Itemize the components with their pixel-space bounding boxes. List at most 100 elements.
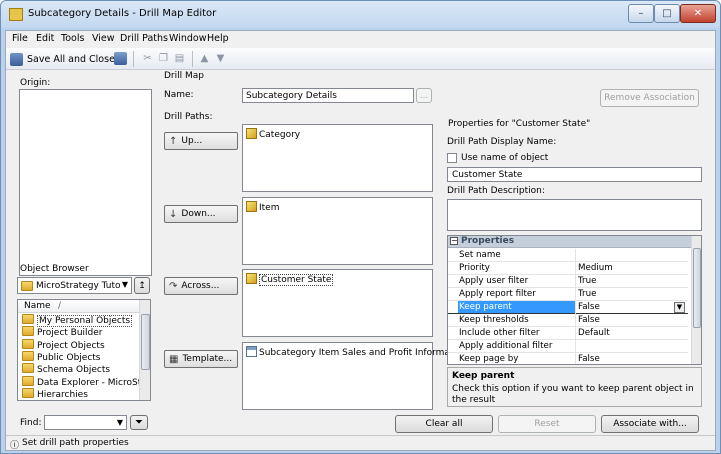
- object-browser-item[interactable]: Schema Objects: [18, 363, 110, 375]
- app-icon: [9, 8, 23, 21]
- find-input[interactable]: ▼: [44, 415, 127, 430]
- attribute-icon: [246, 273, 257, 284]
- properties-grid[interactable]: − Properties Set name Priority Medium Apply…: [447, 235, 702, 365]
- object-browser-list[interactable]: Name / My Personal Objects Project Builde…: [17, 299, 151, 401]
- reset-button[interactable]: Reset: [498, 415, 596, 433]
- object-browser-item-label: My Personal Objects: [37, 315, 133, 327]
- object-browser-item[interactable]: Data Explorer - MicroStrat: [18, 375, 150, 388]
- name-input[interactable]: Subcategory Details: [242, 88, 414, 103]
- close-button[interactable]: ✕: [680, 4, 716, 23]
- object-browser-item[interactable]: Public Objects: [18, 350, 101, 363]
- chevron-down-icon[interactable]: ▼: [674, 302, 685, 313]
- menu-drill-paths[interactable]: Drill Paths: [120, 33, 168, 44]
- object-browser-item[interactable]: Project Objects: [18, 338, 105, 351]
- property-row[interactable]: Include other filter Default: [448, 327, 688, 340]
- help-box: Keep parent Check this option if you wan…: [447, 367, 702, 407]
- property-value: False: [578, 354, 600, 364]
- filter-button[interactable]: ⏷: [130, 415, 148, 430]
- title-bar[interactable]: Subcategory Details - Drill Map Editor –…: [1, 1, 720, 28]
- property-row[interactable]: Apply additional filter: [448, 340, 688, 353]
- drill-down-icon: ↓: [169, 208, 178, 220]
- clear-all-button[interactable]: Clear all: [395, 415, 493, 433]
- name-browse-button[interactable]: ...: [416, 88, 432, 103]
- drill-button-label: Template...: [182, 354, 233, 364]
- remove-association-button[interactable]: Remove Association: [600, 89, 699, 107]
- display-name-value: Customer State: [452, 170, 523, 180]
- status-info-icon: ⓘ: [10, 441, 20, 451]
- menu-help[interactable]: Help: [207, 33, 229, 44]
- property-row[interactable]: Keep page by False: [448, 353, 688, 364]
- move-down-icon[interactable]: ▼: [215, 53, 226, 64]
- drill-down-button[interactable]: ↓ Down...: [164, 205, 238, 223]
- minimize-button[interactable]: –: [628, 4, 654, 23]
- property-row[interactable]: Apply report filter True: [448, 288, 688, 301]
- object-browser-item-label: Project Builder: [37, 328, 103, 339]
- drill-path-item[interactable]: Category: [246, 128, 300, 140]
- help-text: Check this option if you want to keep pa…: [452, 384, 694, 405]
- find-label: Find:: [20, 418, 42, 428]
- paste-icon[interactable]: ▤: [174, 53, 185, 64]
- property-value: Default: [578, 328, 610, 338]
- drill-up-button[interactable]: ↑ Up...: [164, 132, 238, 150]
- object-browser-item[interactable]: Project Builder: [18, 326, 102, 338]
- property-name: Keep parent: [459, 302, 512, 312]
- menu-file[interactable]: File: [12, 33, 28, 44]
- drill-path-item[interactable]: Customer State: [246, 273, 334, 286]
- status-bar: ⓘ Set drill path properties: [6, 435, 715, 451]
- menu-edit[interactable]: Edit: [36, 33, 54, 44]
- property-name: Apply additional filter: [459, 341, 553, 351]
- menu-tools[interactable]: Tools: [61, 33, 84, 44]
- scroll-thumb[interactable]: [693, 248, 701, 328]
- associate-with-button[interactable]: Associate with...: [601, 415, 699, 433]
- display-name-label: Drill Path Display Name:: [447, 137, 557, 147]
- toolbar: Save All and Close ✂ ❐ ▤ ▲ ▼: [6, 48, 715, 70]
- filter-icon: ⏷: [135, 417, 143, 428]
- save-icon: [10, 52, 23, 66]
- property-row[interactable]: ▼ Keep parent False: [448, 301, 688, 314]
- property-name: Keep thresholds: [459, 315, 529, 325]
- browse-up-button[interactable]: ↥: [134, 277, 150, 294]
- menu-bar: File Edit Tools View Drill Paths Window …: [6, 31, 715, 47]
- drill-across-button[interactable]: ↷ Across...: [164, 277, 238, 295]
- display-name-input[interactable]: Customer State: [447, 167, 702, 182]
- drill-template-list[interactable]: Subcategory Item Sales and Profit Inform…: [242, 342, 462, 410]
- object-browser-dropdown[interactable]: MicroStrategy Tuto ▼: [17, 277, 132, 294]
- properties-scrollbar[interactable]: [691, 236, 701, 364]
- folder-icon: [22, 326, 34, 337]
- property-row[interactable]: Keep thresholds False: [448, 314, 688, 327]
- folder-icon: [22, 375, 34, 386]
- collapse-icon[interactable]: −: [450, 237, 458, 245]
- property-row[interactable]: Apply user filter True: [448, 275, 688, 288]
- maximize-button[interactable]: □: [654, 4, 680, 23]
- object-browser-item[interactable]: My Personal Objects: [18, 314, 133, 327]
- object-browser-scrollbar[interactable]: [139, 300, 150, 400]
- save-all-close-button[interactable]: Save All and Close: [10, 51, 115, 67]
- copy-icon[interactable]: ❐: [158, 53, 169, 64]
- property-row[interactable]: Priority Medium: [448, 262, 688, 275]
- scroll-thumb[interactable]: [141, 314, 150, 370]
- origin-box[interactable]: [19, 89, 152, 276]
- cut-icon[interactable]: ✂: [142, 53, 153, 64]
- menu-view[interactable]: View: [92, 33, 115, 44]
- folder-icon: [22, 350, 34, 361]
- save-icon[interactable]: [114, 52, 127, 65]
- drill-across-list[interactable]: Customer State: [242, 269, 433, 337]
- properties-group-label: Properties for "Customer State": [448, 119, 591, 129]
- object-browser-item[interactable]: Hierarchies: [18, 387, 88, 400]
- property-name: Keep page by: [459, 354, 519, 364]
- drill-up-list[interactable]: Category: [242, 124, 433, 192]
- menu-window[interactable]: Window: [169, 33, 206, 44]
- column-header-name[interactable]: Name: [24, 301, 51, 311]
- drill-template-button[interactable]: ▦ Template...: [164, 350, 238, 368]
- properties-grid-header: Properties: [461, 236, 515, 246]
- property-divider: [575, 275, 576, 288]
- drill-path-item[interactable]: Subcategory Item Sales and Profit Inform…: [246, 346, 462, 358]
- move-up-icon[interactable]: ▲: [199, 53, 210, 64]
- description-label: Drill Path Description:: [447, 186, 545, 196]
- use-name-checkbox[interactable]: [447, 153, 457, 163]
- drill-path-item[interactable]: Item: [246, 201, 280, 213]
- property-divider: [575, 262, 576, 275]
- drill-down-list[interactable]: Item: [242, 197, 433, 265]
- description-input[interactable]: [447, 199, 702, 231]
- property-row[interactable]: Set name: [448, 249, 688, 262]
